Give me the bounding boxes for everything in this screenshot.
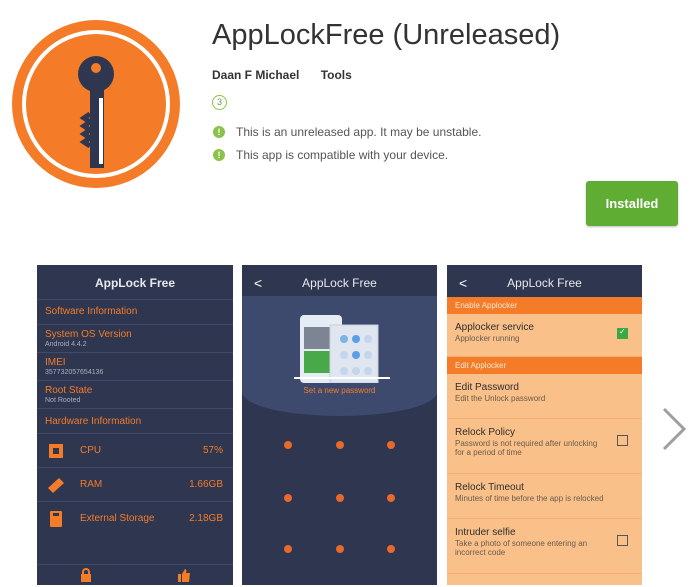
intruder-selfie-checkbox[interactable]: [617, 535, 628, 546]
cpu-icon: [49, 443, 63, 458]
cpu-row: CPU 57%: [37, 433, 233, 467]
hw-value: 57%: [202, 445, 223, 456]
pin-dot[interactable]: [387, 545, 395, 553]
hw-value: 2.18GB: [189, 513, 223, 524]
lock-icon[interactable]: [79, 568, 93, 582]
pin-dot[interactable]: [336, 441, 344, 449]
hw-name: RAM: [80, 479, 103, 490]
pin-dot[interactable]: [284, 441, 292, 449]
item-subtitle: Take a photo of someone entering an inco…: [455, 539, 588, 557]
panel-header: < AppLock Free: [447, 265, 642, 299]
settings-list: Enable Applocker Applocker service Applo…: [447, 297, 642, 585]
storage-icon: [50, 510, 62, 527]
row-value: 357732057654136: [45, 369, 104, 376]
row-value: Not Rooted: [45, 397, 81, 404]
row-label: IMEI: [45, 357, 66, 368]
storage-row: External Storage 2.18GB: [37, 501, 233, 535]
back-icon[interactable]: <: [459, 265, 467, 301]
ram-row: RAM 1.66GB: [37, 467, 233, 501]
edit-password-item[interactable]: Edit Password Edit the Unlock password: [447, 374, 642, 419]
item-title: Relock Policy: [455, 427, 516, 438]
pin-dot[interactable]: [336, 545, 344, 553]
item-title: Applocker service: [455, 322, 534, 333]
chevron-right-icon[interactable]: [656, 405, 692, 453]
row-value: Android 4.4.2: [45, 341, 87, 348]
content-rating-badge: 3: [212, 95, 227, 110]
software-section-title: Software Information: [37, 299, 233, 324]
item-title: Edit Password: [455, 382, 519, 393]
panel-header: AppLock Free: [94, 276, 175, 290]
app-icon: [12, 20, 180, 188]
hw-name: CPU: [80, 445, 102, 456]
pin-dot[interactable]: [387, 494, 395, 502]
hw-name: External Storage: [80, 513, 155, 524]
hardware-section-title: Hardware Information: [37, 408, 233, 433]
imei-row: IMEI 357732057654136: [37, 352, 233, 380]
pin-dot[interactable]: [336, 494, 344, 502]
row-label: Root State: [45, 385, 93, 396]
intruder-selfie-item[interactable]: Intruder selfie Take a photo of someone …: [447, 519, 642, 574]
compatibility-notice: ! This app is compatible with your devic…: [213, 148, 448, 162]
developer-link[interactable]: Daan F Michael: [212, 68, 299, 82]
pin-dot[interactable]: [284, 494, 292, 502]
edit-section-title: Edit Applocker: [447, 357, 642, 374]
screenshot-1[interactable]: AppLock Free Software Information System…: [37, 265, 233, 585]
item-title: Relock Timeout: [455, 482, 524, 493]
applocker-service-item[interactable]: Applocker service Applocker running: [447, 314, 642, 357]
pin-dot[interactable]: [284, 545, 292, 553]
installed-button[interactable]: Installed: [586, 181, 678, 226]
relock-policy-checkbox[interactable]: [617, 435, 628, 446]
pin-dot[interactable]: [387, 441, 395, 449]
root-state-row: Root State Not Rooted: [37, 380, 233, 408]
applocker-service-checkbox[interactable]: [617, 327, 628, 339]
device-illustration: [294, 315, 390, 383]
item-title: Intruder selfie: [455, 527, 516, 538]
panel-header: < AppLock Free: [242, 265, 437, 299]
app-meta: Daan F Michael Tools: [212, 68, 370, 82]
notice-text: This app is compatible with your device.: [236, 148, 449, 162]
info-icon: !: [213, 126, 225, 138]
enable-section-title: Enable Applocker: [447, 297, 642, 314]
hw-value: 1.66GB: [189, 479, 223, 490]
bottom-bar: [37, 564, 233, 585]
item-subtitle: Password is not required after unlocking…: [455, 439, 598, 457]
set-password-prompt: Set a new password: [303, 386, 376, 395]
screenshot-3[interactable]: < AppLock Free Enable Applocker Applocke…: [447, 265, 642, 585]
category-link[interactable]: Tools: [321, 68, 352, 82]
row-label: System OS Version: [45, 329, 132, 340]
unreleased-notice: ! This is an unreleased app. It may be u…: [213, 125, 481, 139]
item-subtitle: Edit the Unlock password: [455, 394, 546, 403]
screenshot-2[interactable]: < AppLock Free Set a new password: [242, 265, 437, 585]
info-icon: !: [213, 149, 225, 161]
panel-title: AppLock Free: [302, 276, 377, 290]
panel-title: AppLock Free: [507, 276, 582, 290]
thumbs-up-icon[interactable]: [177, 568, 191, 582]
app-title: AppLockFree (Unreleased): [212, 19, 561, 51]
item-subtitle: Minutes of time before the app is relock…: [455, 494, 604, 503]
notice-text: This is an unreleased app. It may be uns…: [236, 125, 482, 139]
ram-icon: [48, 477, 64, 493]
item-subtitle: Applocker running: [455, 334, 520, 343]
relock-timeout-item[interactable]: Relock Timeout Minutes of time before th…: [447, 474, 642, 519]
os-version-row: System OS Version Android 4.4.2: [37, 324, 233, 352]
relock-policy-item[interactable]: Relock Policy Password is not required a…: [447, 419, 642, 474]
